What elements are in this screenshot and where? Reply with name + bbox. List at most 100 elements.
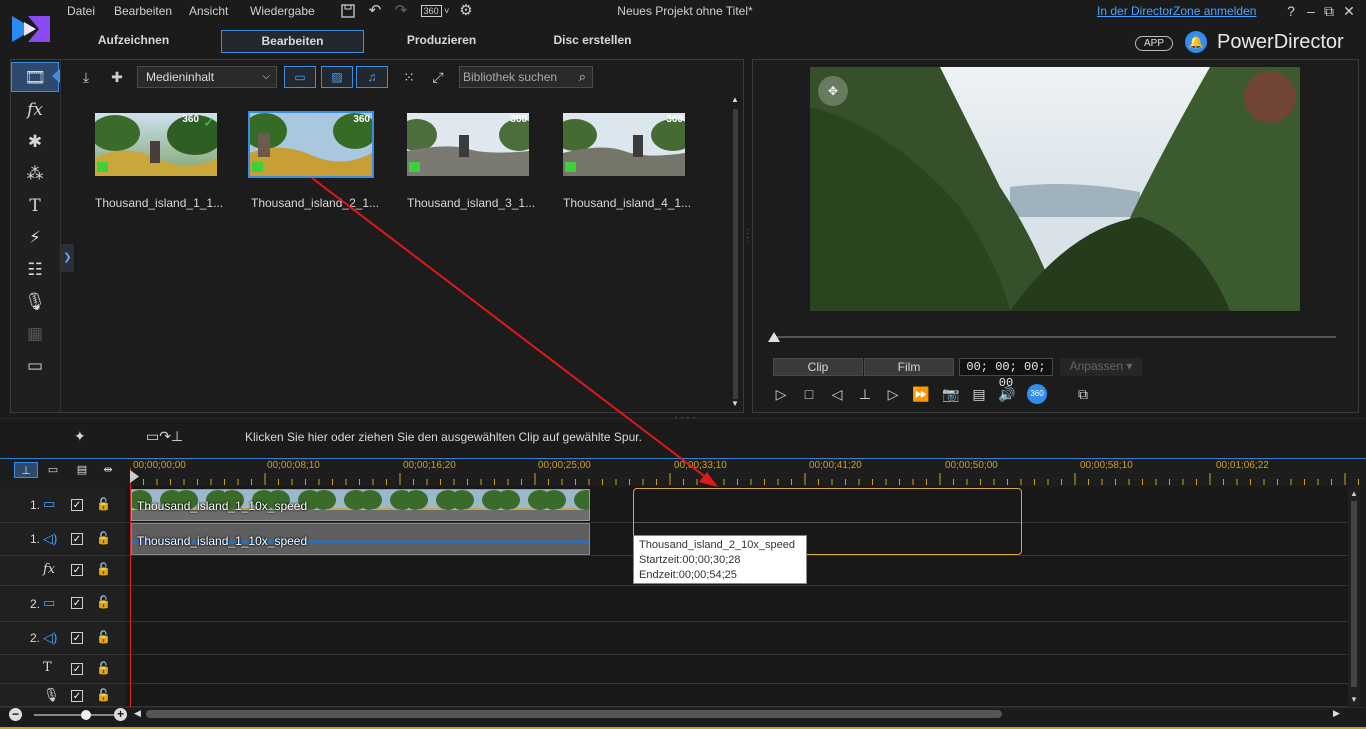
track-enable-checkbox[interactable]: ✓ [71,499,83,511]
play-icon[interactable]: ▷ [770,384,792,404]
track-manager-icon[interactable]: ▤ [70,462,94,478]
menu-playback[interactable]: Wiedergabe [250,4,315,18]
menu-edit[interactable]: Bearbeiten [114,4,172,18]
track-enable-checkbox[interactable]: ✓ [71,632,83,644]
track-enable-checkbox[interactable]: ✓ [71,564,83,576]
zoom-out-icon[interactable]: − [9,708,22,721]
save-icon[interactable] [339,3,357,19]
undock-preview-icon[interactable]: ⧉ [1072,384,1094,404]
toolbar-360-button[interactable]: 360 ˅ [419,3,451,19]
scroll-thumb[interactable] [733,109,738,399]
tab-capture[interactable]: Aufzeichnen [62,30,205,53]
library-scrollbar[interactable]: ▲ ▼ [730,95,740,409]
track-enable-checkbox[interactable]: ✓ [71,690,83,702]
fit-dropdown[interactable]: Anpassen ▾ [1060,358,1142,376]
media-item-4[interactable]: 360 [563,113,685,176]
directorzone-login-link[interactable]: In der DirectorZone anmelden [1097,4,1256,18]
restore-button[interactable]: ⧉ [1320,3,1338,19]
scroll-right-icon[interactable]: ▶ [1333,708,1340,719]
bell-icon[interactable]: 🔔 [1185,31,1207,53]
title-room-icon[interactable]: T [11,191,59,221]
timeline-vertical-scrollbar[interactable]: ▲ ▼ [1348,487,1360,709]
grid-view-icon[interactable]: ⁙ [398,67,420,87]
storyboard-view-icon[interactable]: ▭ [41,462,65,478]
filter-video-icon[interactable]: ▭ [284,66,316,88]
scroll-down-icon[interactable]: ▼ [730,399,740,408]
subtitle-icon[interactable]: ▤ [968,384,990,404]
panel-resize-grip[interactable]: · · · · [746,225,750,247]
voice-over-room-icon[interactable]: 🎙 [11,287,59,317]
expand-icon[interactable]: ⤢ [427,67,449,87]
scroll-thumb[interactable] [1351,501,1357,687]
lock-icon[interactable]: 🔓 [96,497,111,511]
tab-produce[interactable]: Produzieren [370,30,513,53]
fast-forward-icon[interactable]: ⏩ [910,384,932,404]
plugins-icon[interactable]: ✚ [106,67,128,87]
360-view-icon[interactable]: 360 [1027,384,1047,404]
zoom-slider-handle[interactable] [81,710,91,720]
expand-panel-icon[interactable]: ❯ [61,244,74,272]
help-button[interactable]: ? [1282,3,1300,19]
film-mode-button[interactable]: Film [864,358,954,376]
title-track[interactable] [126,655,1348,684]
timecode-field[interactable]: 00; 00; 00; 00 [959,358,1053,390]
track-enable-checkbox[interactable]: ✓ [71,663,83,675]
zoom-slider[interactable] [34,714,114,716]
minimize-button[interactable]: – [1302,3,1320,19]
media-item-2[interactable]: 360 [248,111,374,178]
lock-icon[interactable]: 🔓 [96,661,111,675]
scroll-down-icon[interactable]: ▼ [1349,695,1359,704]
media-content-select[interactable]: Medieninhalt ⌵ [137,66,277,88]
filter-audio-icon[interactable]: ♫ [356,66,388,88]
previous-frame-icon[interactable]: ◁ [826,384,848,404]
track-enable-checkbox[interactable]: ✓ [71,597,83,609]
tab-edit[interactable]: Bearbeiten [221,30,364,53]
lock-icon[interactable]: 🔓 [96,531,111,545]
next-frame-icon[interactable]: ▷ [882,384,904,404]
timeline-playhead[interactable] [130,468,131,709]
timeline-horizontal-scrollbar[interactable] [146,710,1002,718]
preview-seek-slider[interactable] [773,336,1336,338]
close-button[interactable]: ✕ [1340,3,1358,19]
preview-video[interactable] [810,67,1300,311]
track-enable-checkbox[interactable]: ✓ [71,533,83,545]
clip-mode-button[interactable]: Clip [773,358,863,376]
audio-track-2[interactable] [126,622,1348,655]
video-track-2[interactable] [126,586,1348,622]
video-clip[interactable]: Thousand_island_1_10x_speed [131,489,590,521]
menu-view[interactable]: Ansicht [189,4,228,18]
lock-icon[interactable]: 🔓 [96,630,111,644]
stop-icon[interactable]: □ [798,384,820,404]
chapter-room-icon[interactable]: ▦ [11,319,59,349]
360-navigation-icon[interactable]: ✥ [818,76,848,106]
media-item-1[interactable]: ✓ 360 [95,113,217,176]
timeline-view-icon[interactable]: ⊥ [14,462,38,478]
effect-room-icon[interactable]: fx [11,95,59,125]
lock-icon[interactable]: 🔓 [96,595,111,609]
magic-tools-icon[interactable]: ✦ [74,428,86,445]
redo-icon[interactable]: ↷ [392,3,410,19]
particle-room-icon[interactable]: ⁂ [11,159,59,189]
lock-icon[interactable]: 🔓 [96,688,111,702]
seek-slider-handle[interactable] [768,332,780,342]
search-icon[interactable]: ⌕ [579,67,586,87]
split-clip-icon[interactable]: ⊥ [854,384,876,404]
import-media-icon[interactable]: ⤓ [75,67,97,87]
volume-icon[interactable]: 🔊 [996,384,1018,404]
filter-image-icon[interactable]: ▨ [321,66,353,88]
transition-room-icon[interactable]: ⚡ [11,223,59,253]
pip-room-icon[interactable]: ✱ [11,127,59,157]
scroll-up-icon[interactable]: ▲ [1349,489,1359,498]
audio-clip[interactable]: Thousand_island_1_10x_speed [131,523,590,555]
tab-create-disc[interactable]: Disc erstellen [521,30,664,53]
menu-file[interactable]: Datei [67,4,95,18]
library-search-input[interactable]: Bibliothek suchen ⌕ [459,66,593,88]
snapshot-icon[interactable]: 📷 [940,384,962,404]
app-badge[interactable]: APP [1135,36,1173,51]
insert-clip-icon[interactable]: ▭↷⊥ [146,428,183,445]
fit-timeline-icon[interactable]: ⇹ [96,462,120,478]
undo-icon[interactable]: ↶ [366,3,384,19]
lock-icon[interactable]: 🔓 [96,562,111,576]
subtitle-room-icon[interactable]: ▭ [11,351,59,381]
scroll-left-icon[interactable]: ◀ [134,708,141,719]
